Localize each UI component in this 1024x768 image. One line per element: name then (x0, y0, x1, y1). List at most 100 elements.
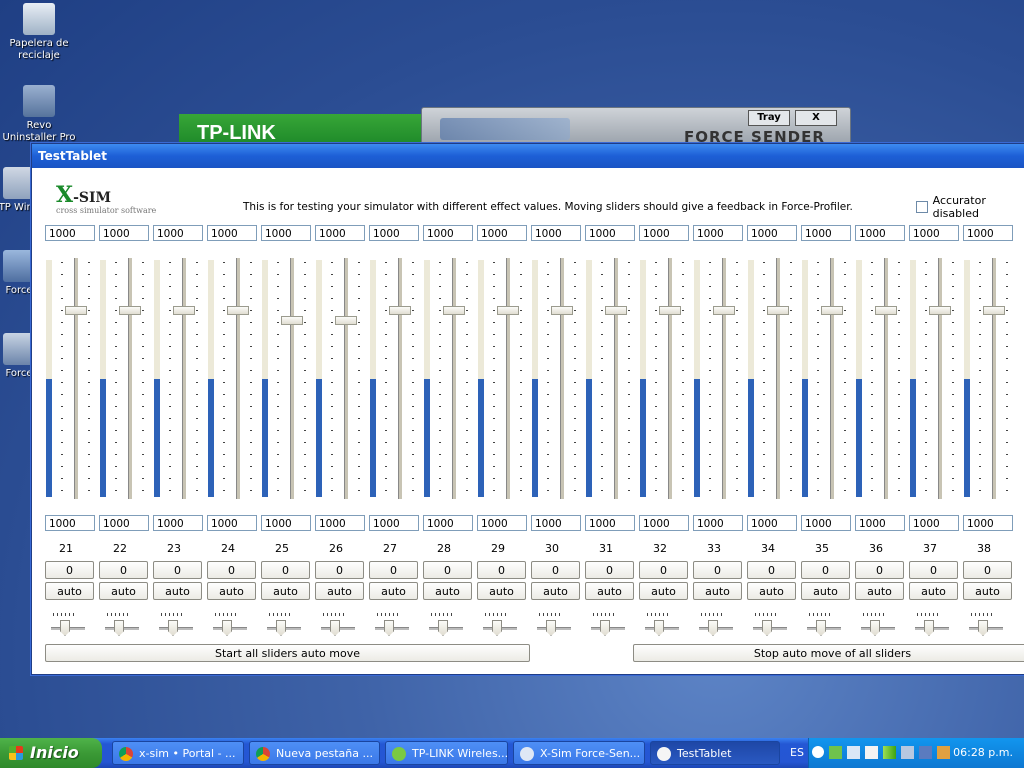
speed-slider-thumb[interactable] (168, 620, 178, 636)
top-value-input[interactable]: 1000 (261, 225, 311, 241)
auto-button[interactable]: auto (45, 582, 94, 600)
bottom-value-input[interactable]: 1000 (369, 515, 419, 531)
speed-slider-thumb[interactable] (924, 620, 934, 636)
vertical-slider-thumb[interactable] (497, 306, 519, 316)
top-value-input[interactable]: 1000 (801, 225, 851, 241)
vertical-slider-thumb[interactable] (119, 306, 141, 316)
offset-button[interactable]: 0 (585, 561, 634, 579)
vertical-slider-track[interactable] (182, 258, 186, 499)
speed-slider-thumb[interactable] (60, 620, 70, 636)
vertical-slider-track[interactable] (506, 258, 510, 499)
speed-slider-thumb[interactable] (114, 620, 124, 636)
bottom-value-input[interactable]: 1000 (747, 515, 797, 531)
top-value-input[interactable]: 1000 (747, 225, 797, 241)
vertical-slider-thumb[interactable] (875, 306, 897, 316)
network-icon[interactable] (847, 746, 860, 759)
top-value-input[interactable]: 1000 (423, 225, 473, 241)
auto-button[interactable]: auto (153, 582, 202, 600)
speed-slider-thumb[interactable] (438, 620, 448, 636)
top-value-input[interactable]: 1000 (45, 225, 95, 241)
vertical-slider-track[interactable] (776, 258, 780, 499)
top-value-input[interactable]: 1000 (315, 225, 365, 241)
taskbar-task[interactable]: TestTablet (650, 741, 780, 765)
top-value-input[interactable]: 1000 (99, 225, 149, 241)
auto-button[interactable]: auto (423, 582, 472, 600)
vertical-slider-thumb[interactable] (713, 306, 735, 316)
offset-button[interactable]: 0 (531, 561, 580, 579)
vertical-slider-thumb[interactable] (65, 306, 87, 316)
speed-slider-thumb[interactable] (546, 620, 556, 636)
vertical-slider-thumb[interactable] (983, 306, 1005, 316)
vertical-slider-thumb[interactable] (281, 315, 303, 325)
auto-button[interactable]: auto (369, 582, 418, 600)
bottom-value-input[interactable]: 1000 (693, 515, 743, 531)
stop-all-sliders-button[interactable]: Stop auto move of all sliders (633, 644, 1024, 662)
start-all-sliders-button[interactable]: Start all sliders auto move (45, 644, 530, 662)
top-value-input[interactable]: 1000 (207, 225, 257, 241)
offset-button[interactable]: 0 (639, 561, 688, 579)
bottom-value-input[interactable]: 1000 (801, 515, 851, 531)
vertical-slider-track[interactable] (128, 258, 132, 499)
auto-button[interactable]: auto (747, 582, 796, 600)
window-titlebar[interactable]: TestTablet (32, 144, 1024, 168)
tplink-window[interactable]: TP-LINK (179, 114, 425, 144)
taskbar-task[interactable]: X-Sim Force-Sen... (513, 741, 645, 765)
offset-button[interactable]: 0 (153, 561, 202, 579)
vertical-slider-track[interactable] (614, 258, 618, 499)
auto-button[interactable]: auto (909, 582, 958, 600)
offset-button[interactable]: 0 (99, 561, 148, 579)
clock[interactable]: 06:28 p.m. (953, 738, 1013, 768)
speed-slider-thumb[interactable] (654, 620, 664, 636)
auto-button[interactable]: auto (207, 582, 256, 600)
speed-slider-thumb[interactable] (600, 620, 610, 636)
speed-slider-thumb[interactable] (870, 620, 880, 636)
taskbar-task[interactable]: TP-LINK Wireles... (385, 741, 508, 765)
tray-expand-icon[interactable] (812, 746, 824, 758)
vertical-slider-thumb[interactable] (443, 306, 465, 316)
auto-button[interactable]: auto (261, 582, 310, 600)
volume-icon[interactable] (865, 746, 878, 759)
bottom-value-input[interactable]: 1000 (855, 515, 905, 531)
network-disconnected-icon[interactable] (901, 746, 914, 759)
top-value-input[interactable]: 1000 (477, 225, 527, 241)
bottom-value-input[interactable]: 1000 (639, 515, 689, 531)
speed-slider-thumb[interactable] (276, 620, 286, 636)
device-icon[interactable] (919, 746, 932, 759)
bottom-value-input[interactable]: 1000 (315, 515, 365, 531)
speed-slider-thumb[interactable] (330, 620, 340, 636)
speed-slider-thumb[interactable] (816, 620, 826, 636)
speed-slider-thumb[interactable] (978, 620, 988, 636)
top-value-input[interactable]: 1000 (909, 225, 959, 241)
wifi-signal-icon[interactable] (883, 746, 896, 759)
offset-button[interactable]: 0 (315, 561, 364, 579)
vertical-slider-thumb[interactable] (389, 306, 411, 316)
auto-button[interactable]: auto (801, 582, 850, 600)
taskbar-task[interactable]: Nueva pestaña ... (249, 741, 380, 765)
bottom-value-input[interactable]: 1000 (153, 515, 203, 531)
offset-button[interactable]: 0 (693, 561, 742, 579)
auto-button[interactable]: auto (531, 582, 580, 600)
start-button[interactable]: Inicio (0, 738, 102, 768)
vertical-slider-thumb[interactable] (605, 306, 627, 316)
bottom-value-input[interactable]: 1000 (261, 515, 311, 531)
xsim-close-button[interactable]: X (795, 110, 837, 126)
vertical-slider-thumb[interactable] (767, 306, 789, 316)
desktop-icon-recycle-bin[interactable]: Papelera de reciclaje (2, 3, 76, 62)
auto-button[interactable]: auto (693, 582, 742, 600)
offset-button[interactable]: 0 (45, 561, 94, 579)
bottom-value-input[interactable]: 1000 (477, 515, 527, 531)
offset-button[interactable]: 0 (909, 561, 958, 579)
auto-button[interactable]: auto (99, 582, 148, 600)
vertical-slider-track[interactable] (884, 258, 888, 499)
bottom-value-input[interactable]: 1000 (909, 515, 959, 531)
language-indicator[interactable]: ES (790, 738, 804, 768)
vertical-slider-track[interactable] (830, 258, 834, 499)
offset-button[interactable]: 0 (261, 561, 310, 579)
vertical-slider-track[interactable] (236, 258, 240, 499)
offset-button[interactable]: 0 (207, 561, 256, 579)
offset-button[interactable]: 0 (801, 561, 850, 579)
top-value-input[interactable]: 1000 (531, 225, 581, 241)
bottom-value-input[interactable]: 1000 (531, 515, 581, 531)
offset-button[interactable]: 0 (855, 561, 904, 579)
top-value-input[interactable]: 1000 (585, 225, 635, 241)
